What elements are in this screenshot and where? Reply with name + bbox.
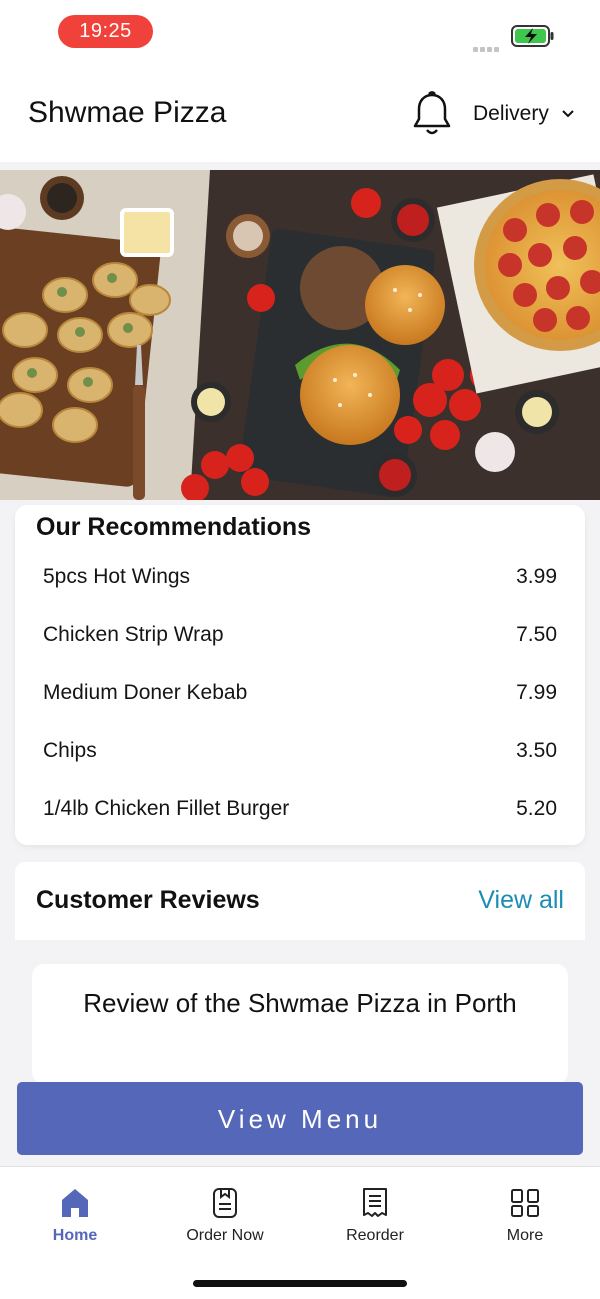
nav-label: More bbox=[506, 1227, 544, 1244]
bell-icon[interactable] bbox=[410, 90, 454, 138]
recommendation-item[interactable]: 5pcs Hot Wings 3.99 bbox=[43, 548, 557, 606]
receipt-icon bbox=[363, 1188, 387, 1217]
item-price: 7.50 bbox=[516, 623, 557, 646]
status-time: 19:25 bbox=[58, 15, 153, 48]
item-name: 1/4lb Chicken Fillet Burger bbox=[43, 797, 290, 820]
recommendations-card: Our Recommendations 5pcs Hot Wings 3.99 … bbox=[15, 505, 585, 845]
nav-order-now[interactable]: Order Now bbox=[150, 1187, 300, 1245]
home-indicator bbox=[193, 1280, 407, 1287]
nav-label: Order Now bbox=[186, 1227, 264, 1244]
nav-home[interactable]: Home bbox=[0, 1187, 150, 1245]
nav-more[interactable]: More bbox=[450, 1187, 600, 1245]
item-name: Medium Doner Kebab bbox=[43, 681, 248, 704]
item-price: 3.99 bbox=[516, 565, 557, 588]
item-name: Chicken Strip Wrap bbox=[43, 623, 224, 646]
order-icon bbox=[213, 1188, 237, 1218]
food-illustration bbox=[0, 170, 600, 500]
nav-label: Home bbox=[52, 1227, 98, 1244]
delivery-label: Delivery bbox=[473, 102, 549, 125]
restaurant-title: Shwmae Pizza bbox=[28, 96, 227, 129]
delivery-selector[interactable]: Delivery bbox=[473, 102, 575, 126]
review-card-title: Review of the Shwmae Pizza in Porth bbox=[83, 988, 517, 1018]
recommendations-title: Our Recommendations bbox=[36, 513, 312, 541]
hero-food-image bbox=[0, 170, 600, 500]
recommendation-item[interactable]: Chicken Strip Wrap 7.50 bbox=[43, 606, 557, 664]
item-price: 7.99 bbox=[516, 681, 557, 704]
grid-icon bbox=[511, 1189, 539, 1217]
signal-icon bbox=[473, 39, 503, 52]
app-header: Shwmae Pizza Delivery bbox=[0, 64, 600, 162]
view-menu-button[interactable]: View Menu bbox=[17, 1082, 583, 1155]
recommendation-item[interactable]: Medium Doner Kebab 7.99 bbox=[43, 664, 557, 722]
item-price: 3.50 bbox=[516, 739, 557, 762]
reviews-header: Customer Reviews View all bbox=[15, 862, 585, 940]
home-icon bbox=[62, 1189, 88, 1217]
chevron-down-icon bbox=[562, 110, 574, 118]
status-bar: 19:25 bbox=[0, 0, 600, 64]
bottom-navigation: Home Order Now Reorder More bbox=[0, 1166, 600, 1299]
recommendation-item[interactable]: 1/4lb Chicken Fillet Burger 5.20 bbox=[43, 780, 557, 838]
recommendation-item[interactable]: Chips 3.50 bbox=[43, 722, 557, 780]
view-all-link[interactable]: View all bbox=[478, 886, 564, 915]
reviews-title: Customer Reviews bbox=[36, 886, 260, 914]
review-card[interactable]: Review of the Shwmae Pizza in Porth bbox=[32, 964, 568, 1084]
battery-charging-icon bbox=[511, 25, 554, 47]
nav-label: Reorder bbox=[346, 1227, 404, 1244]
item-name: 5pcs Hot Wings bbox=[43, 565, 191, 588]
item-name: Chips bbox=[43, 739, 97, 762]
nav-reorder[interactable]: Reorder bbox=[300, 1187, 450, 1245]
item-price: 5.20 bbox=[516, 797, 557, 820]
